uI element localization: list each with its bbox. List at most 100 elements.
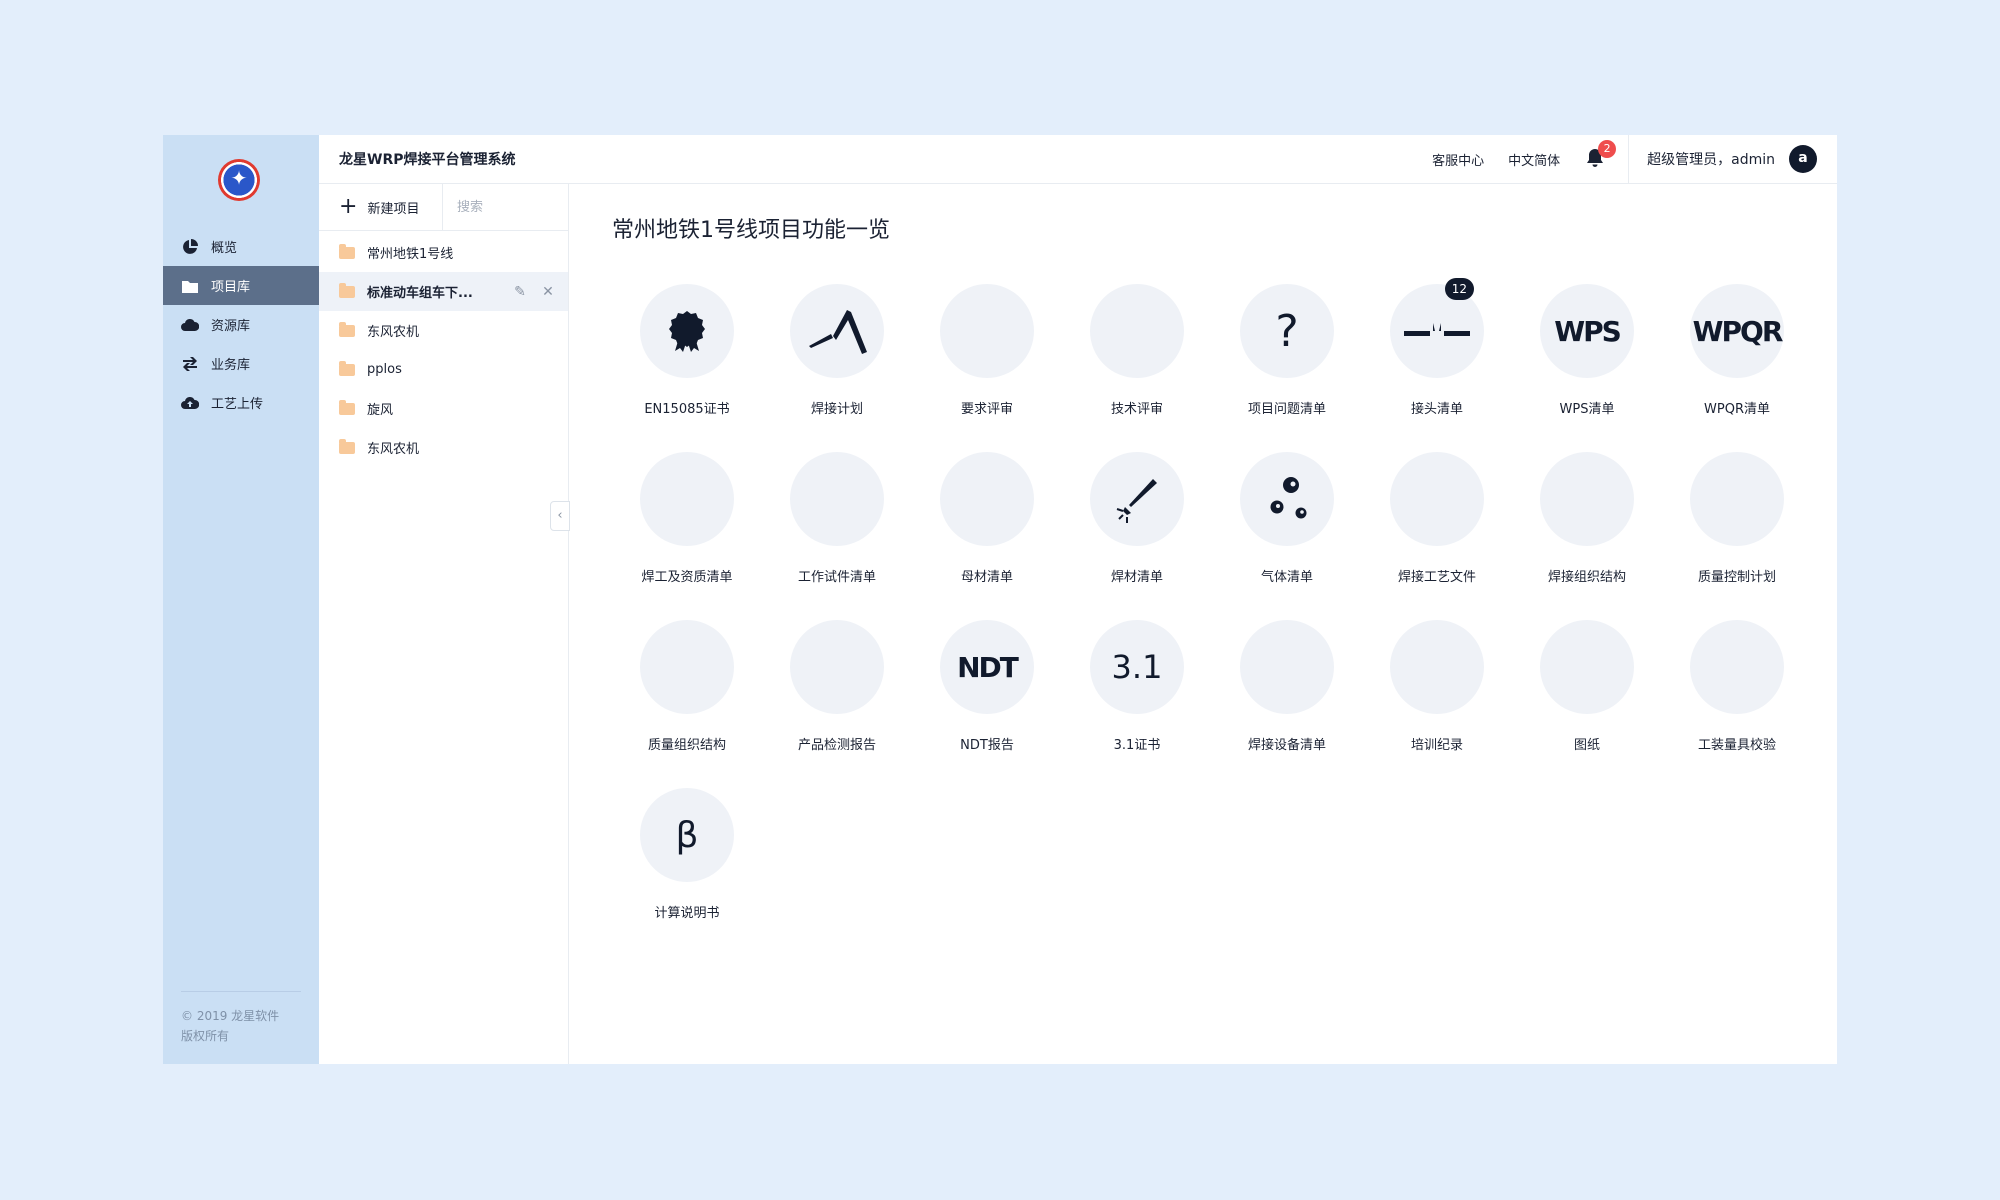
folder-icon [339, 438, 355, 454]
avatar[interactable]: a [1789, 145, 1817, 173]
tile-label: 工装量具校验 [1697, 738, 1776, 753]
tile-label: 项目问题清单 [1247, 402, 1326, 417]
main-area: 龙星WRP焊接平台管理系统 客服中心 中文简体 2 超级管理员，admin a … [319, 135, 1837, 1064]
tile-label: 要求评审 [960, 402, 1013, 417]
copyright-line: 版权所有 [181, 1029, 230, 1043]
tile-wpqr-list[interactable]: WPQR WPQR清单 [1662, 284, 1812, 452]
sidebar-item-projects[interactable]: 项目库 [163, 266, 319, 305]
tile-label: 焊接组织结构 [1547, 570, 1626, 585]
tile-quality-org[interactable]: 质量组织结构 [612, 620, 762, 788]
folder-icon [181, 277, 199, 295]
close-icon[interactable]: ✕ [540, 284, 556, 300]
tile-en15085[interactable]: EN15085证书 [612, 284, 762, 452]
tile-label: 焊工及资质清单 [641, 570, 733, 585]
tile-technical-review[interactable]: 技术评审 [1062, 284, 1212, 452]
project-item[interactable]: 东风农机 [319, 311, 568, 350]
app-title: 龙星WRP焊接平台管理系统 [339, 152, 516, 168]
blank-icon [790, 452, 884, 546]
tile-quality-plan[interactable]: 质量控制计划 [1662, 452, 1812, 620]
blank-icon [1240, 620, 1334, 714]
joint-icon: 12 [1390, 278, 1484, 378]
notification-bell-icon[interactable]: 2 [1586, 140, 1617, 170]
wpqr-text: WPQR [1692, 314, 1784, 348]
cloud-upload-icon [181, 394, 199, 412]
cloud-icon [181, 316, 199, 334]
tile-label: 质量组织结构 [647, 738, 726, 753]
tile-base-materials[interactable]: 母材清单 [912, 452, 1062, 620]
plus-icon: + [339, 194, 358, 219]
tile-requirement-review[interactable]: 要求评审 [912, 284, 1062, 452]
tile-label: 工作试件清单 [797, 570, 876, 585]
sidebar-nav: 概览 项目库 资源库 业务库 工艺上传 [163, 227, 319, 422]
sidebar-item-label: 概览 [211, 241, 238, 256]
cert-31-text-icon: 3.1 [1090, 620, 1184, 714]
project-name: 旋风 [367, 403, 394, 418]
tile-welding-plan[interactable]: 焊接计划 [762, 284, 912, 452]
sidebar-item-label: 项目库 [211, 280, 251, 295]
blank-icon [640, 620, 734, 714]
tile-welder-qualification[interactable]: 焊工及资质清单 [612, 452, 762, 620]
tile-label: NDT报告 [960, 738, 1014, 753]
sidebar-item-business[interactable]: 业务库 [163, 344, 319, 383]
blank-icon [1390, 452, 1484, 546]
logo-icon [218, 159, 260, 201]
tile-label: WPQR清单 [1704, 402, 1770, 417]
top-bar: 龙星WRP焊接平台管理系统 客服中心 中文简体 2 超级管理员，admin a [319, 135, 1837, 184]
tile-welding-org[interactable]: 焊接组织结构 [1512, 452, 1662, 620]
tile-31-certificate[interactable]: 3.1 3.1证书 [1062, 620, 1212, 788]
new-project-button[interactable]: + 新建项目 [319, 184, 443, 230]
tile-issue-list[interactable]: ? 项目问题清单 [1212, 284, 1362, 452]
project-item[interactable]: 东风农机 [319, 428, 568, 467]
edit-icon[interactable]: ✎ [512, 284, 528, 300]
tile-drawings[interactable]: 图纸 [1512, 620, 1662, 788]
user-name[interactable]: 超级管理员，admin [1647, 149, 1775, 169]
folder-icon [339, 399, 355, 415]
blank-icon [1540, 620, 1634, 714]
wps-text: WPS [1554, 314, 1622, 348]
project-item[interactable]: pplos [319, 350, 568, 389]
sidebar-item-label: 工艺上传 [211, 397, 264, 412]
tile-label: 焊接计划 [810, 402, 863, 417]
tile-label: 培训纪录 [1410, 738, 1463, 753]
collapse-panel-button[interactable]: ‹ [550, 501, 570, 531]
tile-tooling-calibration[interactable]: 工装量具校验 [1662, 620, 1812, 788]
project-item[interactable]: 旋风 [319, 389, 568, 428]
swap-icon [181, 355, 199, 373]
tile-training-records[interactable]: 培训纪录 [1362, 620, 1512, 788]
new-project-label: 新建项目 [367, 201, 420, 217]
project-item[interactable]: 标准动车组车下... ✎ ✕ [319, 272, 568, 311]
sidebar-item-upload[interactable]: 工艺上传 [163, 383, 319, 422]
tile-label: 接头清单 [1410, 402, 1463, 417]
folder-icon [339, 360, 355, 376]
tile-label: 焊接设备清单 [1247, 738, 1326, 753]
certificate-icon [640, 284, 734, 378]
sidebar-item-label: 资源库 [211, 319, 251, 334]
body-row: + 新建项目 常州地铁1号线 标准动车组车下... ✎ ✕ [319, 184, 1837, 1064]
project-name: 标准动车组车下... [367, 286, 473, 301]
project-name: 东风农机 [367, 325, 420, 340]
project-search-input[interactable] [443, 184, 568, 230]
service-center-link[interactable]: 客服中心 [1432, 150, 1484, 169]
tile-calculation-doc[interactable]: β 计算说明书 [612, 788, 762, 956]
tile-equipment-list[interactable]: 焊接设备清单 [1212, 620, 1362, 788]
beta-icon: β [640, 788, 734, 882]
question-icon: ? [1240, 284, 1334, 378]
tile-label: 质量控制计划 [1697, 570, 1776, 585]
language-switch[interactable]: 中文简体 [1508, 150, 1560, 169]
tile-ndt-report[interactable]: NDT NDT报告 [912, 620, 1062, 788]
tile-process-docs[interactable]: 焊接工艺文件 [1362, 452, 1512, 620]
blank-icon [1690, 620, 1784, 714]
sidebar-item-resources[interactable]: 资源库 [163, 305, 319, 344]
tile-joint-list[interactable]: 12 接头清单 [1362, 278, 1512, 452]
tile-consumables[interactable]: 焊材清单 [1062, 452, 1212, 620]
tile-label: 图纸 [1573, 738, 1600, 753]
sidebar-item-label: 业务库 [211, 358, 251, 373]
tile-test-pieces[interactable]: 工作试件清单 [762, 452, 912, 620]
project-item[interactable]: 常州地铁1号线 [319, 233, 568, 272]
tile-inspection-report[interactable]: 产品检测报告 [762, 620, 912, 788]
tile-wps-list[interactable]: WPS WPS清单 [1512, 284, 1662, 452]
question-mark: ? [1275, 305, 1299, 357]
tile-gas-list[interactable]: 气体清单 [1212, 452, 1362, 620]
sidebar-item-overview[interactable]: 概览 [163, 227, 319, 266]
joint-count-badge: 12 [1444, 278, 1474, 300]
